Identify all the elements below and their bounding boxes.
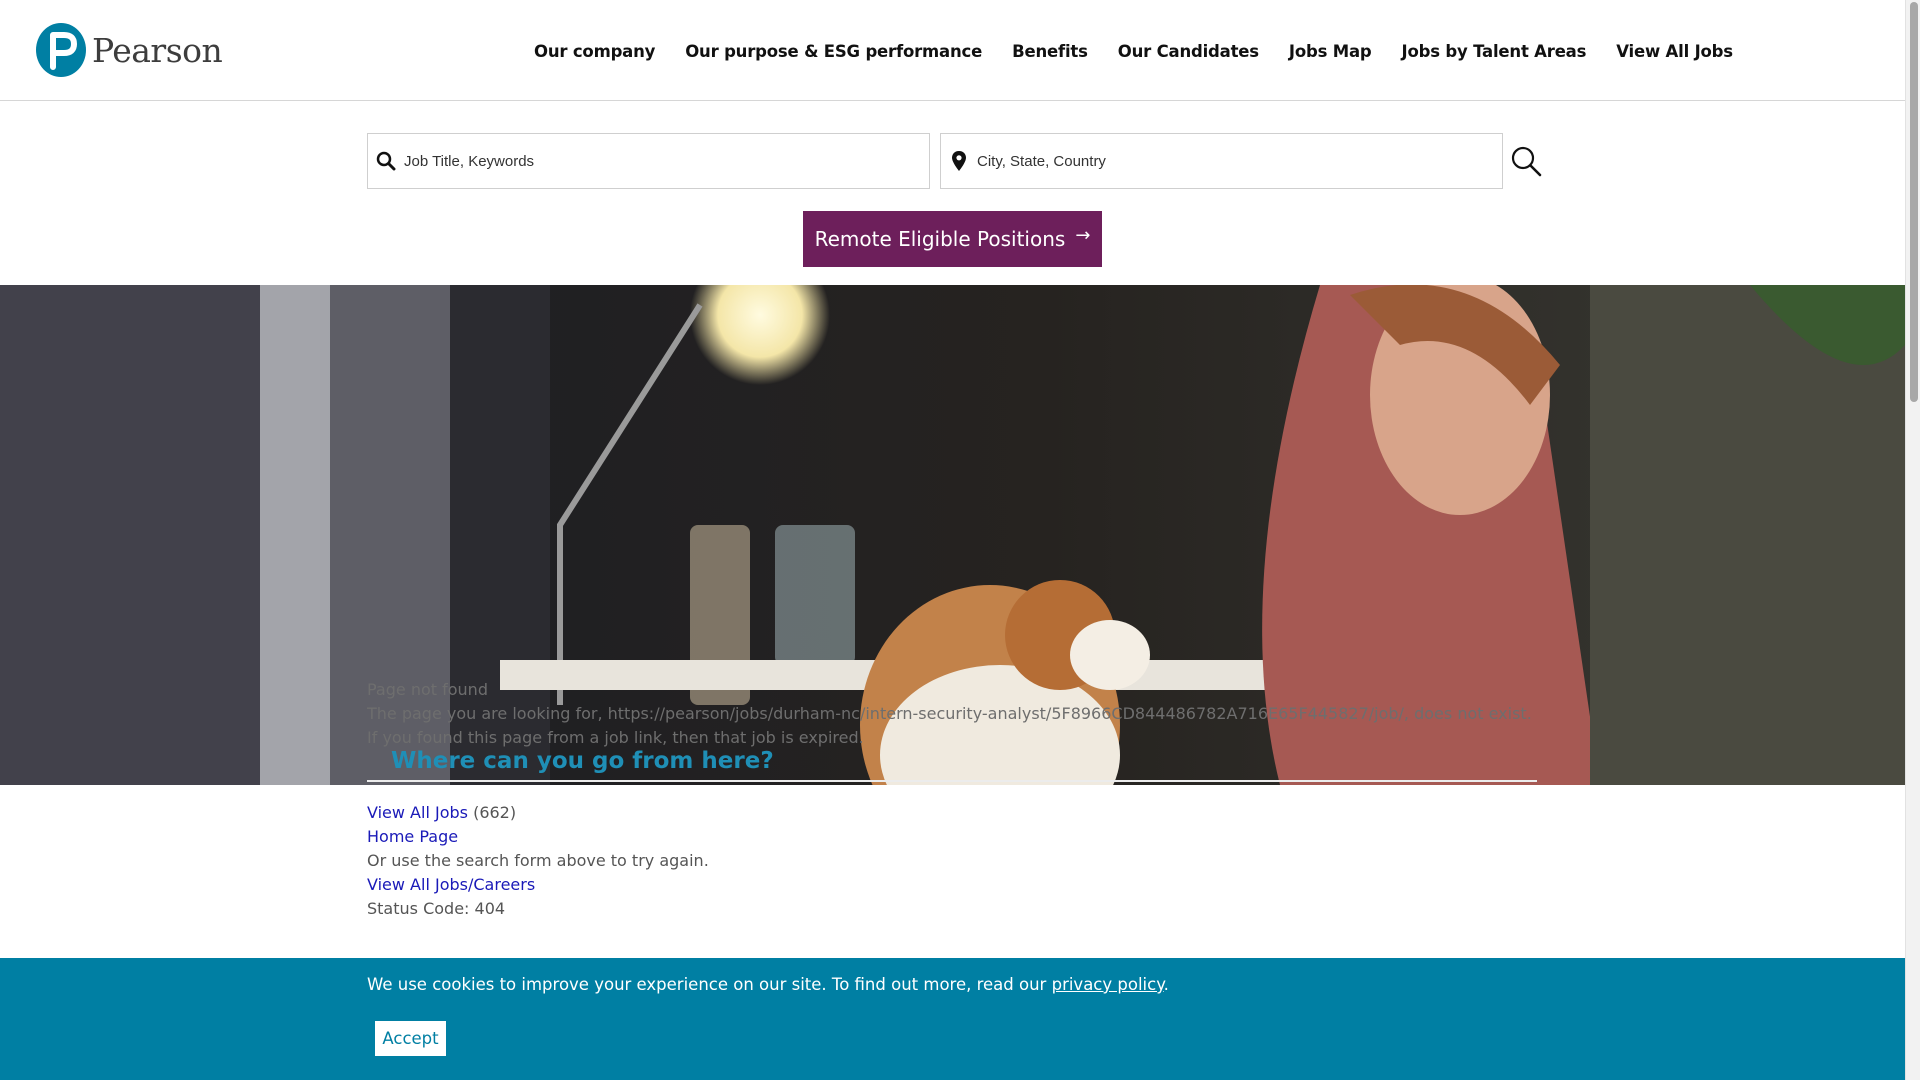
location-input[interactable] xyxy=(969,152,1502,170)
nav-purpose-esg[interactable]: Our purpose & ESG performance xyxy=(685,42,982,61)
page-not-found-title: Page not found xyxy=(367,680,488,699)
cookie-message: We use cookies to improve your experienc… xyxy=(367,975,1169,994)
page-scrollbar[interactable] xyxy=(1905,0,1920,1080)
hero-banner: Page not found The page you are looking … xyxy=(0,285,1905,785)
scrollbar-thumb[interactable] xyxy=(1910,2,1918,402)
brand-name: Pearson xyxy=(92,30,223,70)
location-search-box xyxy=(940,133,1503,189)
keyword-search-box xyxy=(367,133,930,189)
list-item: View All Jobs/Careers xyxy=(367,873,709,897)
remote-eligible-positions-button[interactable]: Remote Eligible Positions → xyxy=(803,211,1102,267)
where-can-you-go-heading: Where can you go from here? xyxy=(391,748,774,774)
retry-text: Or use the search form above to try agai… xyxy=(367,851,709,870)
search-submit-button[interactable] xyxy=(1510,145,1544,179)
nav-jobs-by-talent-areas[interactable]: Jobs by Talent Areas xyxy=(1402,42,1587,61)
list-item: Home Page xyxy=(367,825,709,849)
search-icon xyxy=(1511,146,1542,177)
expired-job-note: If you found this page from a job link, … xyxy=(367,728,864,747)
remote-button-label: Remote Eligible Positions xyxy=(814,227,1066,251)
main-nav: Our company Our purpose & ESG performanc… xyxy=(534,42,1763,61)
nav-view-all-jobs[interactable]: View All Jobs xyxy=(1616,42,1733,61)
search-icon xyxy=(376,150,396,172)
view-all-jobs-link[interactable]: View All Jobs xyxy=(367,803,468,822)
helpful-links: View All Jobs (662) Home Page Or use the… xyxy=(367,801,709,921)
arrow-right-icon: → xyxy=(1075,224,1091,246)
home-page-link[interactable]: Home Page xyxy=(367,827,458,846)
cookie-period: . xyxy=(1163,975,1169,994)
page-not-found-description: The page you are looking for, https://pe… xyxy=(367,704,1532,723)
not-found-message: Page not found The page you are looking … xyxy=(367,678,1537,750)
nav-our-company[interactable]: Our company xyxy=(534,42,655,61)
pearson-logo[interactable]: Pearson xyxy=(36,23,223,77)
cookie-banner: We use cookies to improve your experienc… xyxy=(0,958,1905,1080)
view-all-jobs-careers-link[interactable]: View All Jobs/Careers xyxy=(367,875,535,894)
pearson-logo-icon xyxy=(36,23,86,77)
status-code: Status Code: 404 xyxy=(367,899,506,918)
list-item: View All Jobs (662) xyxy=(367,801,709,825)
keyword-input[interactable] xyxy=(396,152,929,170)
site-header: Pearson Our company Our purpose & ESG pe… xyxy=(0,0,1905,101)
cookie-text: We use cookies to improve your experienc… xyxy=(367,975,1047,994)
divider xyxy=(367,780,1537,782)
job-count: (662) xyxy=(473,803,517,822)
nav-benefits[interactable]: Benefits xyxy=(1012,42,1088,61)
nav-jobs-map[interactable]: Jobs Map xyxy=(1289,42,1372,61)
accept-cookies-button[interactable]: Accept xyxy=(375,1021,446,1056)
nav-our-candidates[interactable]: Our Candidates xyxy=(1118,42,1259,61)
map-pin-icon xyxy=(949,150,969,172)
privacy-policy-link[interactable]: privacy policy xyxy=(1052,975,1164,994)
